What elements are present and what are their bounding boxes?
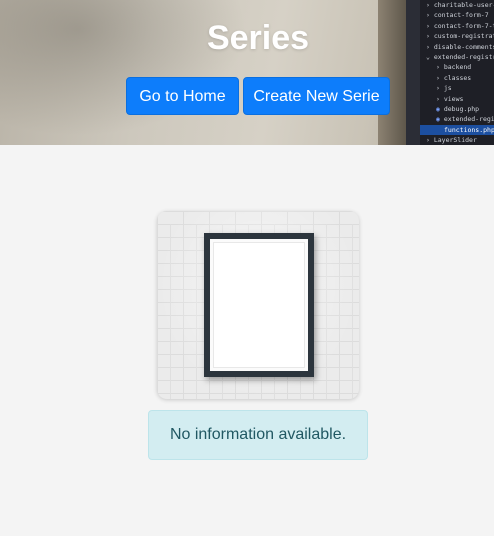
page-title: Series xyxy=(206,19,310,57)
create-new-serie-button[interactable]: Create New Serie xyxy=(243,77,390,115)
frame-canvas xyxy=(213,242,305,368)
placeholder-image xyxy=(157,211,359,399)
go-to-home-button[interactable]: Go to Home xyxy=(126,77,239,115)
no-information-alert: No information available. xyxy=(148,410,368,460)
empty-picture-frame xyxy=(204,233,314,377)
php-file-icon: ◉ xyxy=(436,115,440,124)
php-file-icon: ◉ xyxy=(436,104,440,113)
